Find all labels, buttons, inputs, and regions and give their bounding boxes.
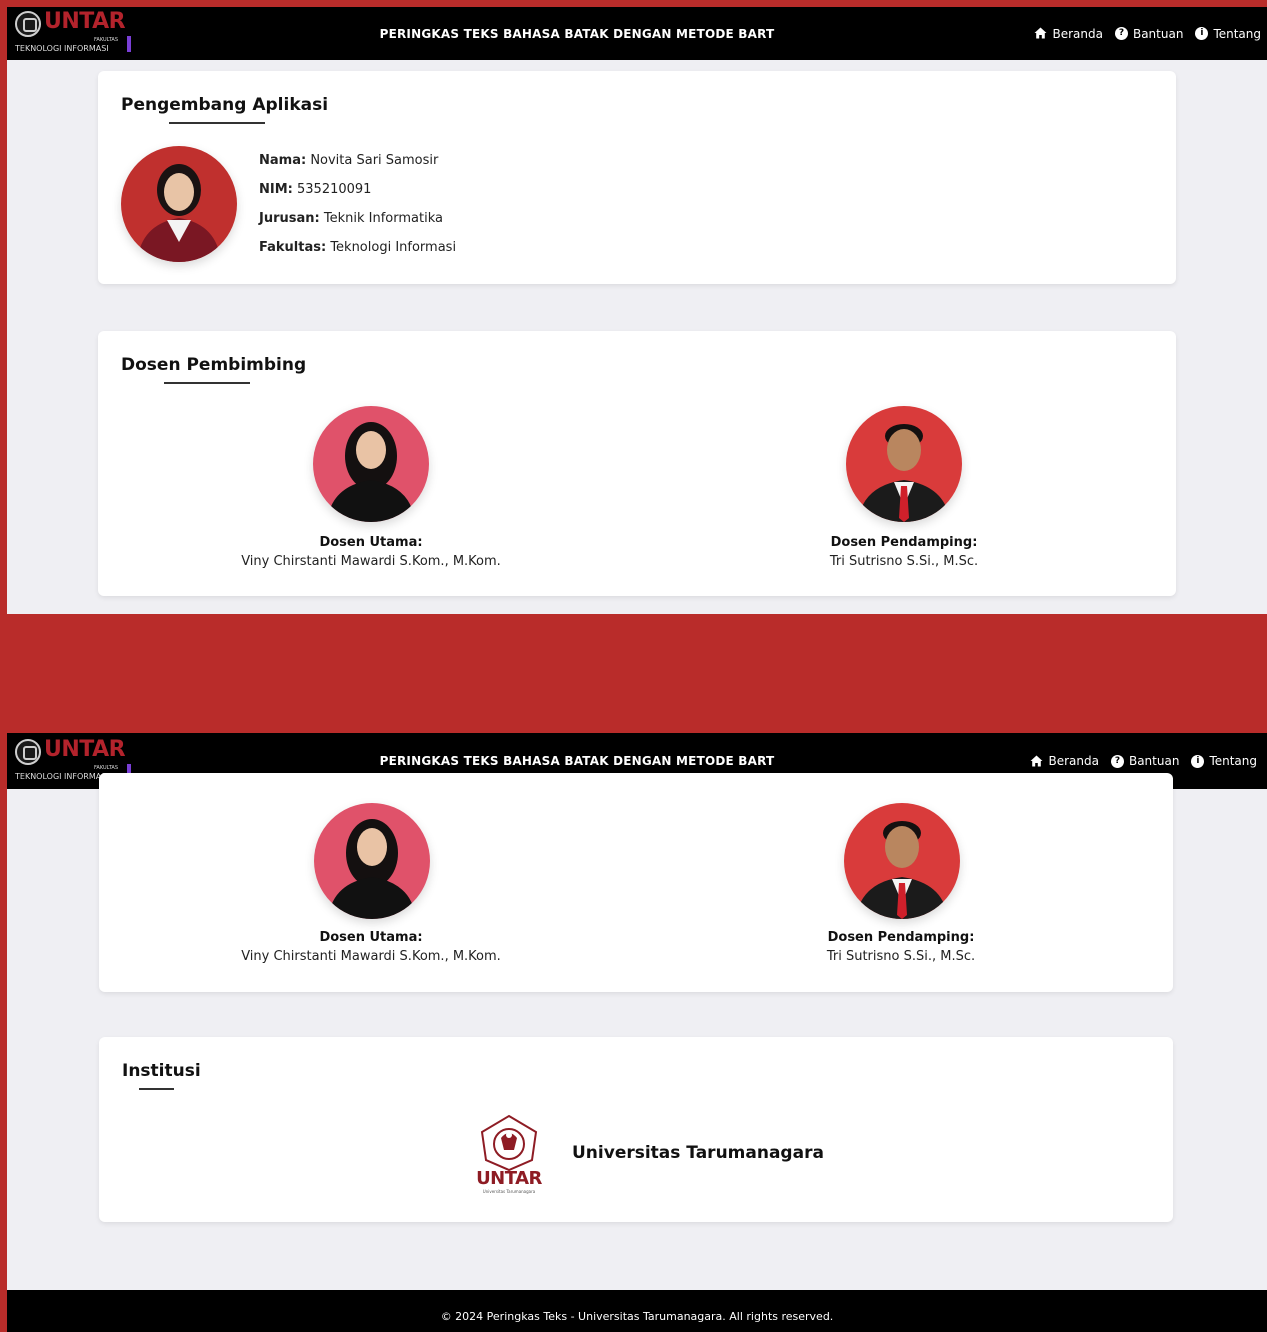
help-icon: ? bbox=[1110, 754, 1124, 768]
info-nama: Nama: Novita Sari Samosir bbox=[259, 153, 438, 168]
navbar: UNTAR FAKULTAS TEKNOLOGI INFORMASI PERIN… bbox=[7, 7, 1267, 60]
developer-card-title: Pengembang Aplikasi bbox=[121, 95, 329, 115]
supervisor-name: Tri Sutrisno S.Si., M.Sc. bbox=[829, 554, 979, 569]
main-supervisor-avatar bbox=[314, 803, 430, 919]
assistant-supervisor-caption: Dosen Pendamping: Tri Sutrisno S.Si., M.… bbox=[724, 535, 1084, 569]
nav-link-label: Bantuan bbox=[1132, 26, 1184, 41]
title-underline bbox=[139, 1088, 174, 1090]
nav-link-beranda[interactable]: Beranda bbox=[1034, 26, 1103, 41]
institution-card: Institusi UNTAR Universitas Tarumanagara… bbox=[99, 1037, 1173, 1222]
supervisor-name: Tri Sutrisno S.Si., M.Sc. bbox=[826, 949, 976, 964]
info-label: Jurusan: bbox=[259, 211, 320, 226]
main-supervisor-avatar bbox=[313, 406, 429, 522]
info-value: Teknik Informatika bbox=[323, 211, 443, 226]
info-jurusan: Jurusan: Teknik Informatika bbox=[259, 211, 443, 226]
nav-links: Beranda ? Bantuan i Tentang bbox=[1034, 7, 1261, 60]
supervisor-role: Dosen Utama: bbox=[319, 930, 423, 945]
supervisor-name: Viny Chirstanti Mawardi S.Kom., M.Kom. bbox=[241, 949, 501, 964]
assistant-supervisor-avatar bbox=[844, 803, 960, 919]
info-value: Novita Sari Samosir bbox=[310, 153, 439, 168]
info-value: 535210091 bbox=[297, 182, 372, 197]
assistant-supervisor-caption: Dosen Pendamping: Tri Sutrisno S.Si., M.… bbox=[721, 930, 1081, 964]
supervisor-role: Dosen Utama: bbox=[319, 535, 423, 550]
info-fakultas: Fakultas: Teknologi Informasi bbox=[259, 240, 456, 255]
untar-logo-subtext: Universitas Tarumanagara bbox=[482, 1189, 536, 1194]
title-underline bbox=[164, 382, 250, 384]
supervisor-role: Dosen Pendamping: bbox=[830, 535, 978, 550]
screenshot-top: UNTAR FAKULTAS TEKNOLOGI INFORMASI PERIN… bbox=[7, 7, 1267, 614]
nav-link-beranda[interactable]: Beranda bbox=[1030, 754, 1099, 768]
main-supervisor-caption: Dosen Utama: Viny Chirstanti Mawardi S.K… bbox=[191, 535, 551, 569]
info-nim: NIM: 535210091 bbox=[259, 182, 371, 197]
nav-link-tentang[interactable]: i Tentang bbox=[1195, 27, 1261, 41]
untar-shield-icon bbox=[480, 1114, 538, 1172]
info-value: Teknologi Informasi bbox=[330, 240, 457, 255]
developer-card: Pengembang Aplikasi Nama: Novita Sari Sa… bbox=[98, 71, 1176, 284]
info-icon: i bbox=[1191, 754, 1205, 768]
supervisor-role: Dosen Pendamping: bbox=[827, 930, 975, 945]
nav-link-label: Tentang bbox=[1209, 754, 1257, 768]
home-icon bbox=[1034, 27, 1047, 40]
nav-link-bantuan[interactable]: ? Bantuan bbox=[1110, 754, 1180, 768]
supervisors-card: Dosen Utama: Viny Chirstanti Mawardi S.K… bbox=[99, 773, 1173, 992]
untar-logo: UNTAR Universitas Tarumanagara bbox=[474, 1114, 544, 1194]
nav-link-label: Tentang bbox=[1213, 26, 1261, 41]
info-icon: i bbox=[1195, 27, 1209, 40]
untar-logo-text: UNTAR bbox=[476, 1168, 542, 1189]
main-supervisor-caption: Dosen Utama: Viny Chirstanti Mawardi S.K… bbox=[191, 930, 551, 964]
institution-card-title: Institusi bbox=[122, 1061, 201, 1081]
footer: © 2024 Peringkas Teks - Universitas Taru… bbox=[7, 1290, 1267, 1332]
supervisors-card: Dosen Pembimbing Dosen Utama: Viny Chirs… bbox=[98, 331, 1176, 596]
info-label: Fakultas: bbox=[259, 240, 327, 255]
home-icon bbox=[1030, 755, 1043, 768]
info-label: Nama: bbox=[259, 153, 307, 168]
nav-link-label: Bantuan bbox=[1128, 754, 1180, 768]
title-underline bbox=[169, 122, 265, 124]
footer-text: © 2024 Peringkas Teks - Universitas Taru… bbox=[440, 1309, 834, 1323]
nav-link-tentang[interactable]: i Tentang bbox=[1191, 754, 1257, 768]
nav-link-label: Beranda bbox=[1052, 26, 1103, 41]
institution-name: Universitas Tarumanagara bbox=[572, 1143, 824, 1163]
nav-link-label: Beranda bbox=[1048, 754, 1099, 768]
nav-link-bantuan[interactable]: ? Bantuan bbox=[1114, 26, 1184, 41]
supervisors-card-title: Dosen Pembimbing bbox=[121, 355, 307, 375]
developer-avatar bbox=[121, 146, 237, 262]
help-icon: ? bbox=[1114, 27, 1128, 40]
screenshot-bottom: UNTAR FAKULTAS TEKNOLOGI INFORMASI PERIN… bbox=[7, 733, 1267, 1332]
assistant-supervisor-avatar bbox=[846, 406, 962, 522]
supervisor-name: Viny Chirstanti Mawardi S.Kom., M.Kom. bbox=[241, 554, 501, 569]
info-label: NIM: bbox=[259, 182, 293, 197]
